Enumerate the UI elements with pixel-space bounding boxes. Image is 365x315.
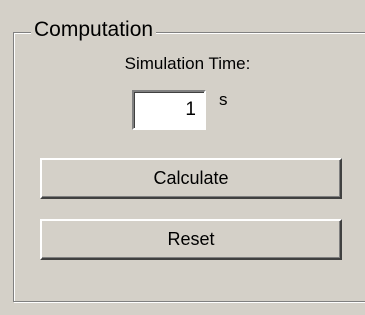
calculate-button[interactable]: Calculate [40,158,342,199]
time-unit-label: s [219,90,228,109]
simulation-time-input[interactable] [132,90,206,130]
reset-button[interactable]: Reset [40,219,342,260]
simulation-time-label: Simulation Time: [124,54,251,73]
computation-group-title: Computation [31,17,157,43]
